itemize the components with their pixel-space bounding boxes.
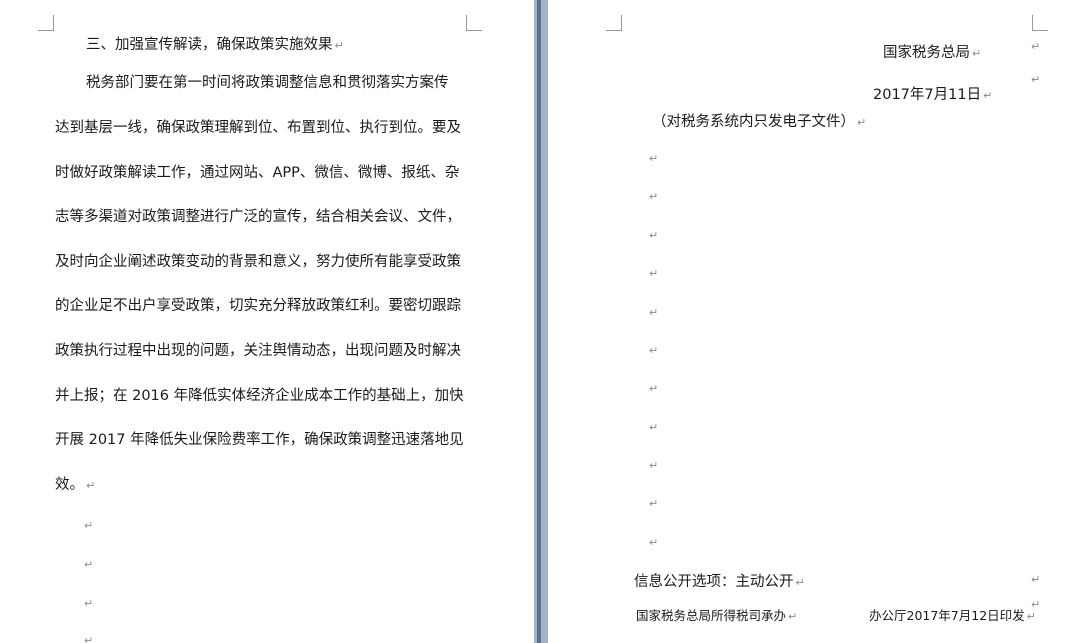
page-corner-mark [606,15,622,31]
paragraph-mark: ↵ [649,229,659,242]
paragraph-mark: ↵ [649,421,659,434]
paragraph-mark: ↵ [84,634,94,643]
paragraph-mark: ↵ [1031,40,1041,53]
body-line: 政策执行过程中出现的问题，关注舆情动态，出现问题及时解决 [55,343,461,359]
issue-date: 2017年7月11日 ↵ [873,87,993,103]
issuer-name: 国家税务总局 ↵ [883,45,982,61]
paragraph-mark: ↵ [84,558,94,571]
footer-undertaker: 国家税务总局所得税司承办 ↵ [636,608,798,623]
paragraph-mark: ↵ [84,597,94,610]
footer-print-date: 办公厅2017年7月12日印发 ↵ [869,608,1036,623]
body-line: 达到基层一线，确保政策理解到位、布置到位、执行到位。要及 [55,120,461,136]
paragraph-mark: ↵ [1031,573,1041,586]
paragraph-mark: ↵ [84,519,94,532]
paragraph-mark: ↵ [649,459,659,472]
body-line: 志等多渠道对政策调整进行广泛的宣传，结合相关会议、文件， [55,209,461,225]
page-corner-mark [1032,15,1048,31]
paragraph-mark: ↵ [1031,73,1041,86]
body-line: 效。 ↵ [55,477,96,493]
paragraph-mark: ↵ [649,306,659,319]
page-gap-shadow [537,0,541,643]
distribution-note: （对税务系统内只发电子文件） ↵ [652,114,867,130]
body-line: 时做好政策解读工作，通过网站、APP、微信、微博、报纸、杂 [55,165,460,181]
page-corner-mark [466,15,482,31]
paragraph-mark: ↵ [1031,598,1041,611]
disclosure-option: 信息公开选项：主动公开 ↵ [634,574,805,590]
document-page-right: 国家税务总局 ↵ ↵ 2017年7月11日 ↵ ↵ （对税务系统内只发电子文件） ↵ … [548,0,1076,643]
section-heading: 三、加强宣传解读，确保政策实施效果 ↵ [86,37,344,53]
document-page-left: 三、加强宣传解读，确保政策实施效果 ↵ 税务部门要在第一时间将政策调整信息和贯彻落… [0,0,534,643]
body-line: 的企业足不出户享受政策，切实充分释放政策红利。要密切跟踪 [55,298,461,314]
body-line: 并上报；在 2016 年降低实体经济企业成本工作的基础上，加快 [55,388,464,404]
body-line: 及时向企业阐述政策变动的背景和意义，努力使所有能享受政策 [55,254,461,270]
paragraph-mark: ↵ [649,190,659,203]
body-line: 税务部门要在第一时间将政策调整信息和贯彻落实方案传 [86,75,449,91]
paragraph-mark: ↵ [649,497,659,510]
paragraph-mark: ↵ [649,152,659,165]
body-line: 开展 2017 年降低失业保险费率工作，确保政策调整迅速落地见 [55,432,464,448]
page-corner-mark [38,15,54,31]
paragraph-mark: ↵ [649,267,659,280]
paragraph-mark: ↵ [649,344,659,357]
paragraph-mark: ↵ [649,382,659,395]
paragraph-mark: ↵ [649,536,659,549]
